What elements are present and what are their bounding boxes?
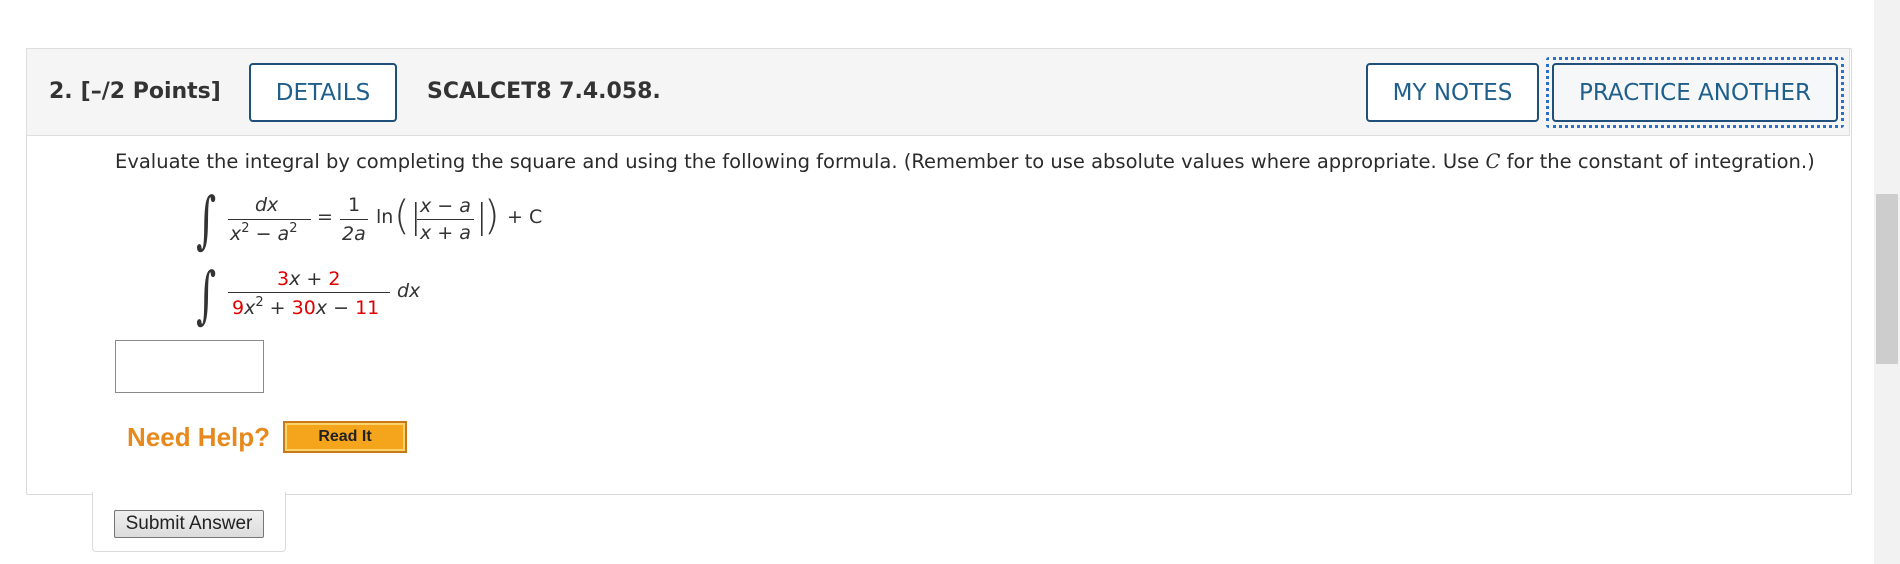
denominator-exponent-a: 2 (289, 221, 298, 236)
answer-input[interactable] (115, 340, 264, 393)
denominator-coefficient: 9 (232, 297, 245, 319)
instructions-after: for the constant of integration.) (1500, 150, 1815, 173)
details-button[interactable]: DETAILS (249, 63, 397, 122)
question-points: [–/2 Points] (80, 79, 221, 104)
denominator-x: x (230, 223, 242, 245)
denominator-a: a (277, 223, 290, 245)
inner-denominator: x + a (420, 222, 471, 244)
denominator-exponent: 2 (255, 295, 264, 310)
numerator-variable: x (289, 268, 301, 290)
constant-variable: C (1485, 150, 1501, 173)
problem-fraction-bar (228, 292, 390, 293)
formula-numerator: dx (255, 194, 279, 216)
need-help-label: Need Help? (127, 422, 271, 452)
problem-numerator: 3x + 2 (277, 270, 340, 289)
denominator-plus: + (263, 297, 292, 319)
plus-constant-text: + C (507, 206, 543, 228)
practice-another-button[interactable]: PRACTICE ANOTHER (1552, 63, 1838, 122)
read-it-button[interactable]: Read It (283, 421, 407, 453)
integral-sign: ∫ (196, 183, 217, 256)
formula-denominator: x2 − a2 (230, 222, 297, 245)
right-paren: ) (484, 193, 500, 239)
denominator-constant: 11 (355, 297, 380, 319)
numerator-coefficient: 3 (277, 268, 290, 290)
numerator-constant: 2 (328, 268, 341, 290)
equals-sign: = (317, 206, 333, 228)
question-number: 2. (49, 79, 73, 104)
numerator-plus: + (300, 268, 329, 290)
instructions-before: Evaluate the integral by completing the … (115, 150, 1486, 173)
denominator-mid-variable: x (315, 297, 328, 319)
denominator-minus: − (327, 297, 356, 319)
fraction-bar (228, 219, 311, 220)
my-notes-button[interactable]: MY NOTES (1366, 63, 1539, 122)
coefficient-numerator: 1 (348, 194, 361, 216)
integral-sign: ∫ (196, 258, 217, 331)
coefficient-bar (340, 219, 368, 220)
denominator-minus: − (249, 223, 278, 245)
inner-bar (417, 219, 474, 220)
denominator-exponent: 2 (241, 221, 250, 236)
problem-denominator: 9x2 + 30x − 11 (232, 296, 380, 319)
ln-function: ln (376, 206, 394, 228)
inner-numerator: x − a (420, 195, 471, 217)
denominator-variable: x (244, 297, 256, 319)
left-paren: ( (394, 193, 410, 239)
question-source: SCALCET8 7.4.058. (427, 79, 661, 104)
instructions-text: Evaluate the integral by completing the … (115, 150, 1815, 173)
question-header: 2. [–/2 Points] DETAILS SCALCET8 7.4.058.… (26, 48, 1850, 136)
scrollbar-thumb[interactable] (1876, 194, 1898, 364)
question-label: 2. [–/2 Points] (49, 79, 229, 104)
plus-constant: + C (507, 208, 542, 227)
submit-answer-button[interactable]: Submit Answer (114, 510, 264, 538)
denominator-mid-coefficient: 30 (291, 297, 316, 319)
differential: dx (397, 280, 421, 302)
coefficient-denominator: 2a (342, 223, 366, 245)
